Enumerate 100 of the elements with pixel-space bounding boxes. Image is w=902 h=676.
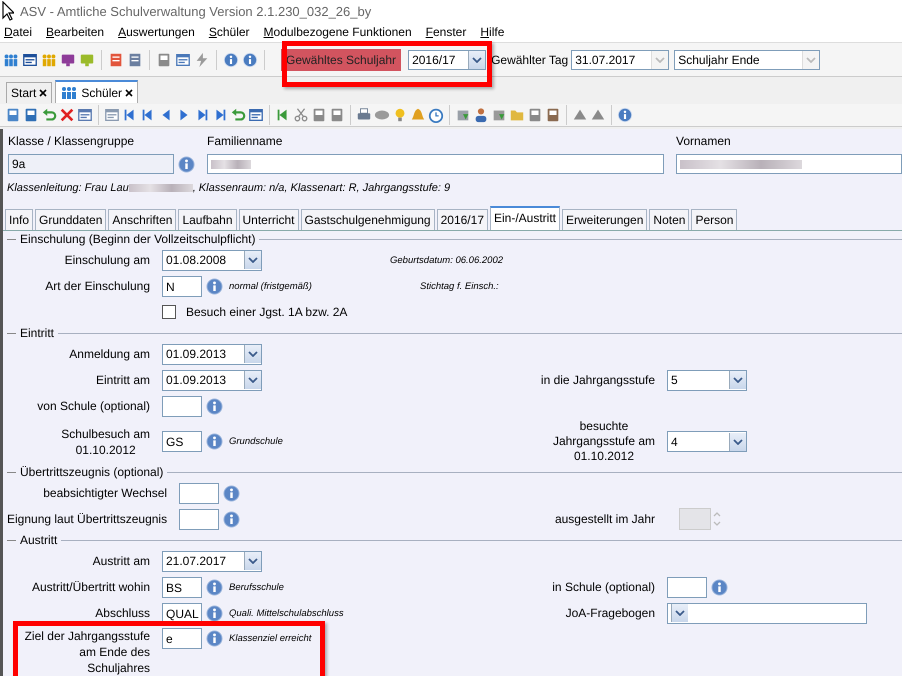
date-dropdown[interactable]: 21.07.2017 xyxy=(162,550,262,572)
tab[interactable]: Person xyxy=(691,209,738,230)
help-icon[interactable] xyxy=(617,107,633,123)
field-label: Art der Einschulung xyxy=(44,279,150,293)
section-title: Eintritt xyxy=(20,326,54,340)
date-dropdown[interactable]: 01.08.2008 xyxy=(162,250,262,270)
info-icon[interactable] xyxy=(711,578,728,596)
person-icon[interactable] xyxy=(473,107,489,123)
scissors-icon[interactable] xyxy=(293,107,309,123)
tab[interactable]: Ein-/Austritt xyxy=(490,206,560,230)
code-field[interactable]: BS xyxy=(162,576,202,598)
info-icon[interactable] xyxy=(206,604,223,622)
info-icon[interactable] xyxy=(223,484,240,502)
menu-item[interactable]: Schüler xyxy=(208,25,250,39)
card-icon[interactable] xyxy=(22,52,38,68)
save-icon[interactable] xyxy=(23,107,39,123)
field-label: besuchte Jahrgangsstufe am 01.10.2012 xyxy=(552,419,655,464)
delete-icon[interactable] xyxy=(59,107,75,123)
day-mode-dropdown[interactable]: Schuljahr Ende xyxy=(674,50,820,70)
menu-item[interactable]: Hilfe xyxy=(480,25,504,39)
notebook-icon[interactable] xyxy=(127,52,143,68)
chevron-icon[interactable] xyxy=(675,610,685,616)
refresh-icon[interactable] xyxy=(230,107,246,123)
book-icon[interactable] xyxy=(108,52,124,68)
field-label: Vornamen xyxy=(676,134,732,148)
field-label: Familienname xyxy=(207,134,284,148)
chevron-icon[interactable] xyxy=(733,438,743,444)
chevron-icon[interactable] xyxy=(733,377,743,383)
school-year-dropdown[interactable]: 2016/17 xyxy=(408,50,486,70)
info-icon[interactable] xyxy=(206,398,223,414)
info-icon[interactable] xyxy=(223,510,240,528)
grade-dropdown[interactable]: 5 xyxy=(667,370,747,390)
form-icon[interactable] xyxy=(77,107,93,123)
class-field[interactable]: 9a xyxy=(8,154,174,174)
people-icon[interactable] xyxy=(3,52,19,68)
chevron-icon[interactable] xyxy=(248,558,258,564)
monitor-icon[interactable] xyxy=(60,52,76,68)
menu-item[interactable]: Fenster xyxy=(426,25,466,39)
close-icon[interactable] xyxy=(125,88,134,96)
new-document-icon[interactable] xyxy=(5,107,21,123)
field-label: von Schule (optional) xyxy=(36,399,150,413)
menu-item[interactable]: Modulbezogene Funktionen xyxy=(264,25,412,39)
window-icon[interactable] xyxy=(175,52,191,68)
code-field[interactable]: GS xyxy=(162,431,202,452)
document-tab[interactable]: Start xyxy=(6,82,52,103)
tab[interactable]: Erweiterungen xyxy=(562,209,648,230)
first-name-field[interactable] xyxy=(676,154,902,174)
info-icon[interactable] xyxy=(206,578,223,596)
menu-item[interactable]: Datei xyxy=(4,25,32,39)
code-field[interactable] xyxy=(667,576,707,598)
class-info-text: Klassenleitung: Frau Lau xyxy=(7,182,129,194)
undo-icon[interactable] xyxy=(41,107,57,123)
chevron-icon[interactable] xyxy=(248,351,258,357)
tab[interactable]: Noten xyxy=(649,209,690,230)
date-dropdown[interactable]: 01.09.2013 xyxy=(162,344,262,364)
field-label: Schulbesuch am 01.10.2012 xyxy=(61,426,150,458)
info-icon[interactable] xyxy=(178,156,195,172)
window-title: ASV - Amtliche Schulverwaltung Version 2.1.230_032_26_by xyxy=(20,4,372,18)
checkbox[interactable] xyxy=(162,305,176,319)
code-field[interactable] xyxy=(179,508,220,530)
grade-dropdown[interactable]: 4 xyxy=(667,431,747,452)
tab[interactable]: Unterricht xyxy=(238,209,299,230)
code-field[interactable]: QUAL xyxy=(162,602,202,624)
field-label: JoA-Fragebogen xyxy=(564,606,655,620)
chevron-icon[interactable] xyxy=(248,377,258,383)
square-icon[interactable] xyxy=(527,107,543,123)
date-dropdown[interactable]: 01.09.2013 xyxy=(162,370,262,390)
tab[interactable]: Laufbahn xyxy=(178,209,236,230)
section-title: Einschulung (Beginn der Vollzeitschulpflicht) xyxy=(20,232,256,246)
close-icon[interactable] xyxy=(39,89,48,97)
tab[interactable]: Info xyxy=(5,209,34,230)
menu-item[interactable]: Bearbeiten xyxy=(46,25,104,39)
paste-icon[interactable] xyxy=(329,107,345,123)
info-icon[interactable] xyxy=(206,278,223,294)
list-icon[interactable] xyxy=(248,107,264,123)
code-description: normal (fristgemäß) xyxy=(229,280,312,292)
info-icon[interactable] xyxy=(223,52,239,68)
info-icon[interactable] xyxy=(206,630,223,647)
menu-item[interactable]: Auswertungen xyxy=(118,25,195,39)
tab[interactable]: Grunddaten xyxy=(35,209,106,230)
clock-icon[interactable] xyxy=(428,107,444,123)
lightning-icon[interactable] xyxy=(194,52,210,68)
tab[interactable]: Gastschulgenehmigung xyxy=(300,209,435,230)
code-field[interactable]: N xyxy=(162,276,202,296)
info-icon[interactable] xyxy=(206,433,223,450)
document-tab[interactable]: Schüler xyxy=(55,80,138,103)
day-dropdown[interactable]: 31.07.2017 xyxy=(571,50,670,70)
name-field[interactable] xyxy=(207,154,664,174)
questionnaire-dropdown[interactable] xyxy=(667,602,867,624)
code-field[interactable] xyxy=(179,482,220,504)
chevron-icon[interactable] xyxy=(248,257,258,263)
help-icon[interactable] xyxy=(242,52,258,68)
document-icon[interactable] xyxy=(104,107,120,123)
code-field[interactable] xyxy=(162,396,202,416)
copy-icon[interactable] xyxy=(311,107,327,123)
code-field[interactable]: e xyxy=(162,628,202,649)
chevron-icon[interactable] xyxy=(472,56,482,62)
tab[interactable]: Anschriften xyxy=(108,209,176,230)
portrait-icon[interactable] xyxy=(545,107,561,123)
tab[interactable]: 2016/17 xyxy=(436,209,488,230)
